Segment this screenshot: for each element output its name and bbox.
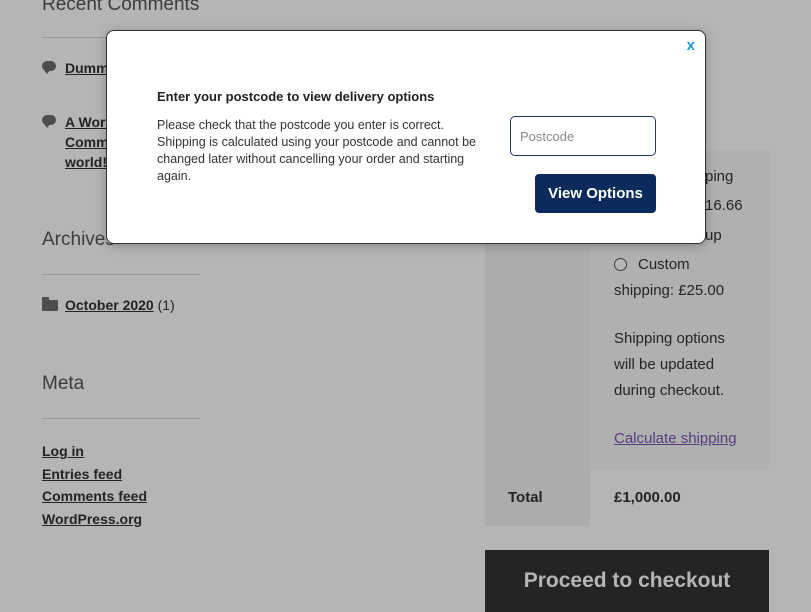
- modal-title: Enter your postcode to view delivery opt…: [157, 89, 435, 104]
- postcode-modal: x Enter your postcode to view delivery o…: [106, 30, 706, 244]
- close-icon[interactable]: x: [687, 37, 695, 54]
- view-options-button[interactable]: View Options: [535, 174, 656, 213]
- postcode-input[interactable]: [510, 116, 656, 156]
- modal-description: Please check that the postcode you enter…: [157, 118, 476, 183]
